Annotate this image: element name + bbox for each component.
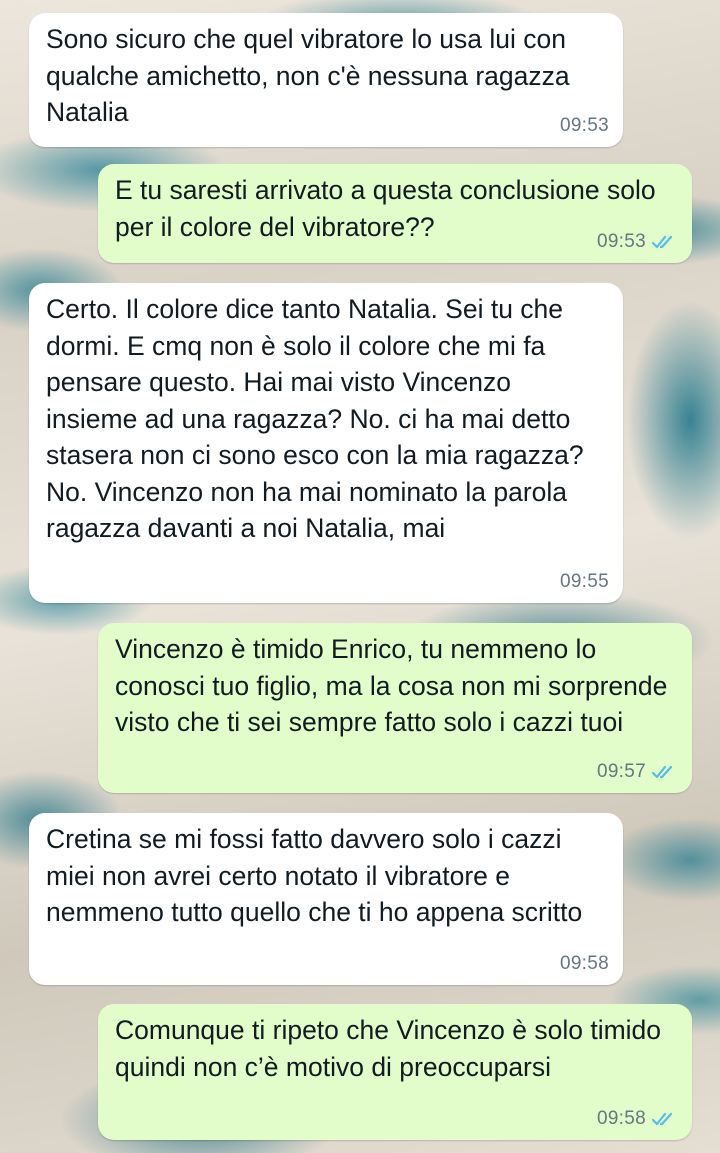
message-meta: 09:53: [597, 231, 678, 253]
message-time: 09:58: [559, 953, 609, 974]
chat-messages[interactable]: Sono sicuro che quel vibratore lo usa lu…: [0, 0, 720, 1153]
message-text: Comunque ti ripeto che Vincenzo è solo t…: [115, 1015, 662, 1082]
message-text: Sono sicuro che quel vibratore lo usa lu…: [46, 24, 570, 127]
message-time: 09:55: [559, 571, 609, 592]
message-meta: 09:58: [560, 953, 609, 975]
double-check-icon: [652, 1112, 673, 1126]
message-time: 09:58: [596, 1108, 646, 1129]
message-bubble-incoming[interactable]: Cretina se mi fossi fatto davvero solo i…: [29, 813, 623, 985]
message-bubble-incoming[interactable]: Sono sicuro che quel vibratore lo usa lu…: [29, 13, 623, 147]
message-text: Cretina se mi fossi fatto davvero solo i…: [46, 824, 583, 927]
message-text: E tu saresti arrivato a questa conclusio…: [115, 175, 656, 242]
message-meta: 09:55: [560, 571, 609, 593]
message-meta: 09:53: [560, 115, 609, 137]
message-meta: 09:58: [597, 1108, 678, 1130]
message-text: Certo. Il colore dice tanto Natalia. Sei…: [46, 294, 584, 543]
double-check-icon: [652, 765, 673, 779]
double-check-icon: [652, 235, 673, 249]
message-bubble-outgoing[interactable]: Comunque ti ripeto che Vincenzo è solo t…: [98, 1004, 692, 1140]
message-bubble-incoming[interactable]: Certo. Il colore dice tanto Natalia. Sei…: [29, 283, 623, 603]
message-meta: 09:57: [597, 761, 678, 783]
message-time: 09:57: [596, 761, 646, 782]
message-text: Vincenzo è timido Enrico, tu nemmeno lo …: [115, 634, 668, 737]
message-time: 09:53: [596, 231, 646, 252]
message-bubble-outgoing[interactable]: Vincenzo è timido Enrico, tu nemmeno lo …: [98, 623, 692, 793]
message-time: 09:53: [559, 115, 609, 136]
message-bubble-outgoing[interactable]: E tu saresti arrivato a questa conclusio…: [98, 164, 692, 263]
